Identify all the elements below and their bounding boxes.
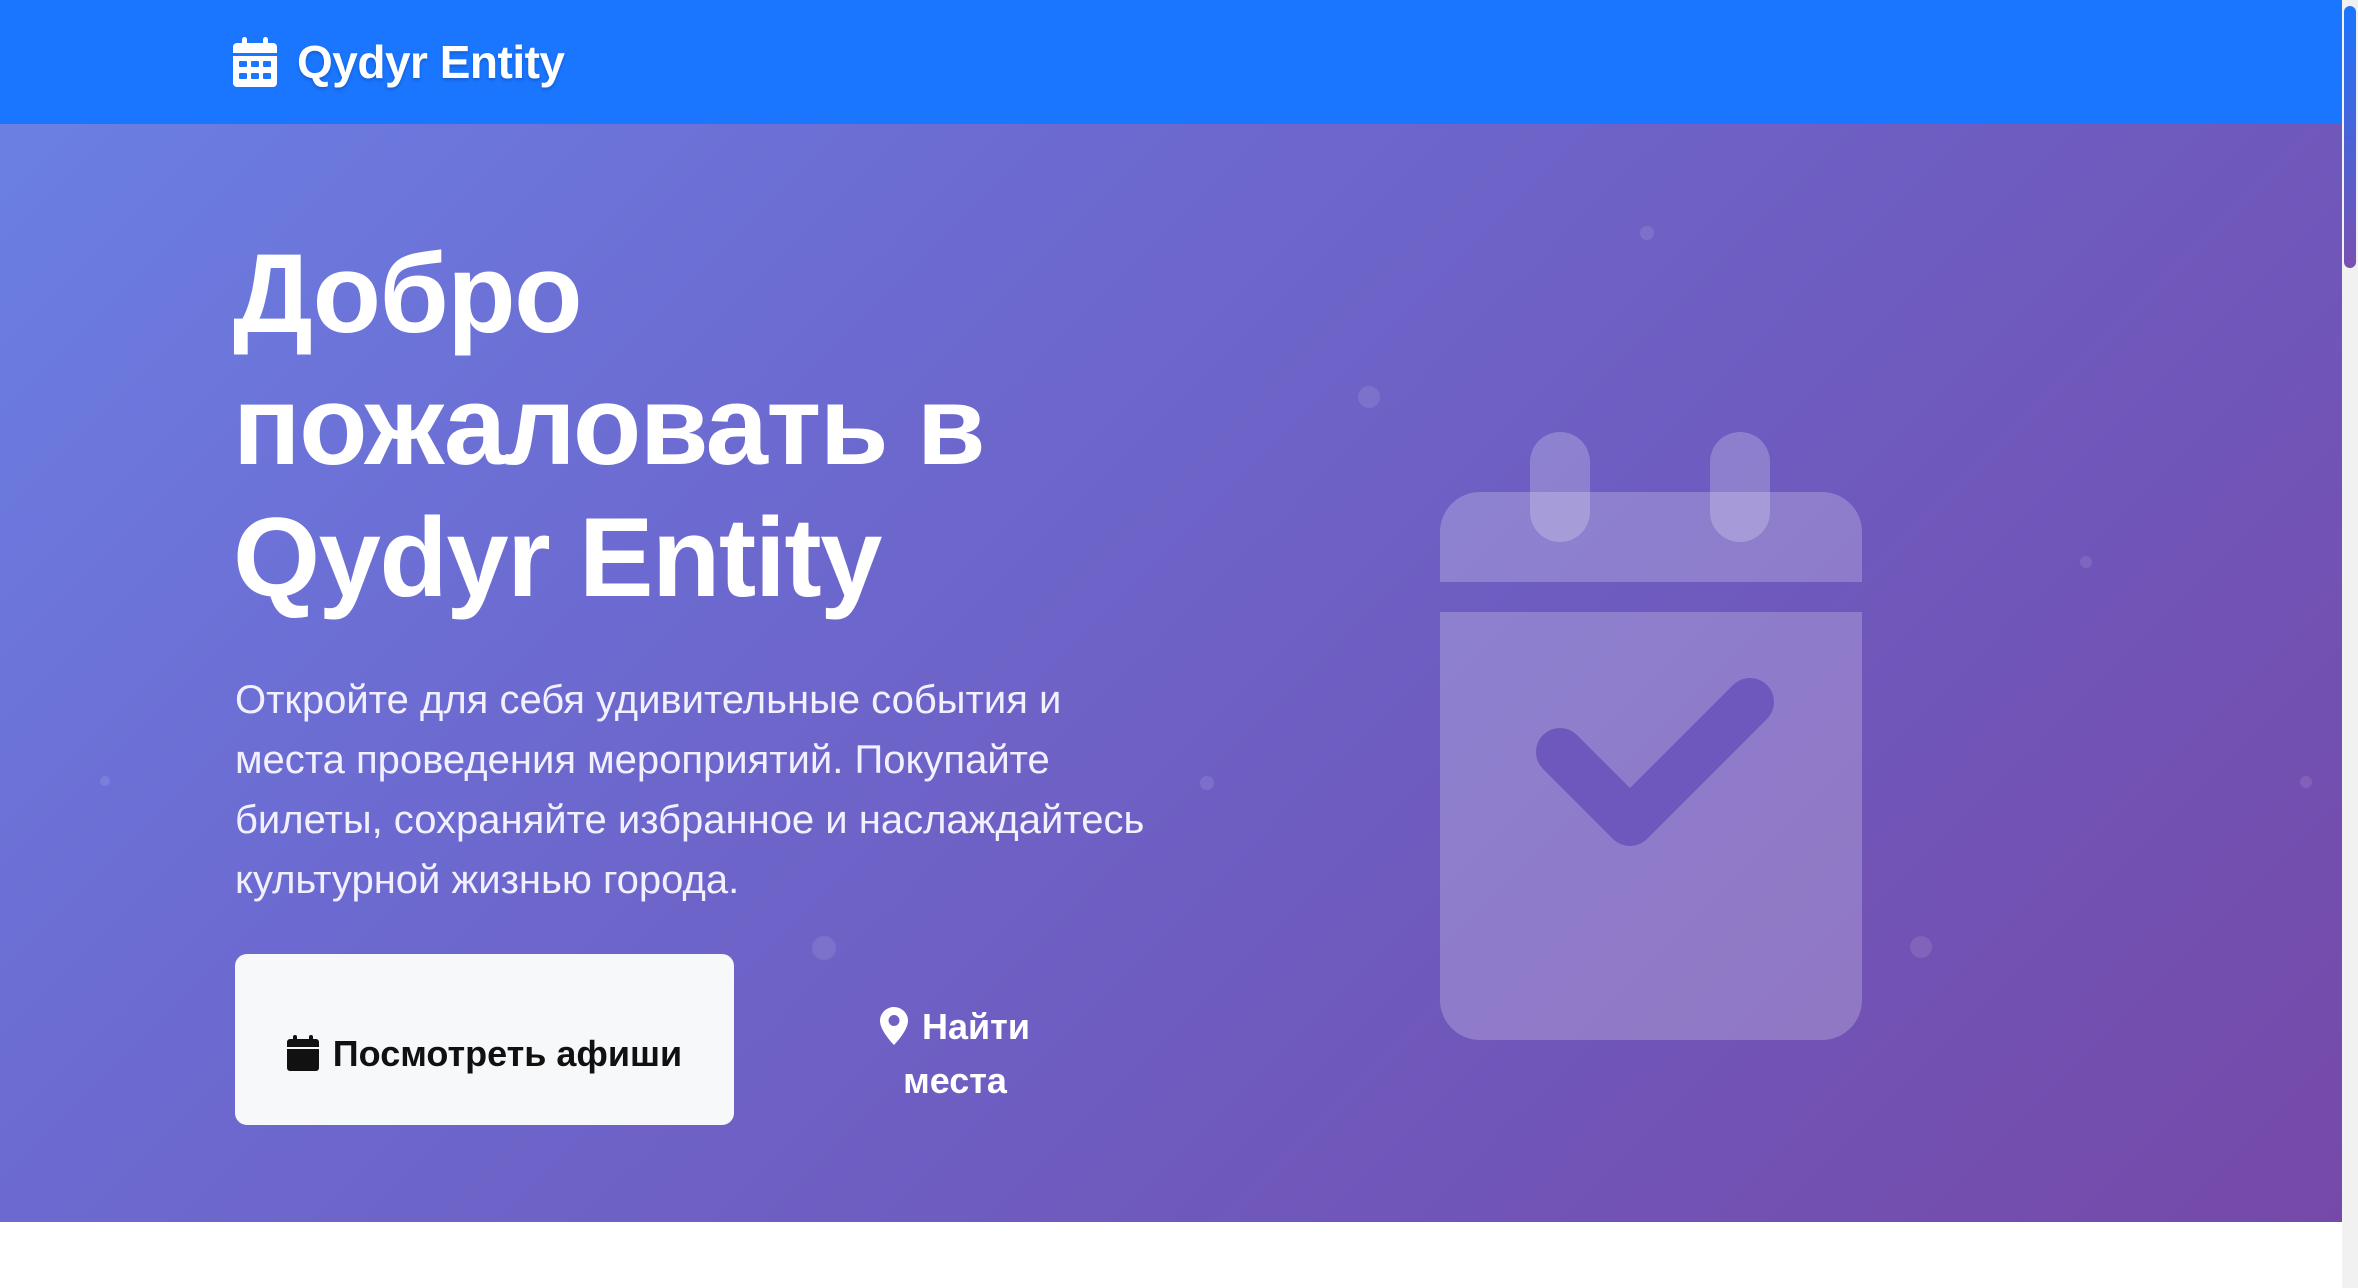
find-places-label: Найти места <box>903 1006 1030 1101</box>
calendar-icon <box>286 1035 319 1071</box>
decorative-dot <box>2080 556 2092 568</box>
decorative-dot <box>1910 936 1932 958</box>
hero-title: Добро пожаловать в Qydyr Entity <box>233 231 986 620</box>
hero-section: Добро пожаловать в Qydyr Entity Откройте… <box>0 124 2342 1222</box>
view-events-button[interactable]: Посмотреть афиши <box>235 954 734 1125</box>
calendar-check-icon <box>1440 432 1862 1040</box>
decorative-dot <box>100 776 110 786</box>
find-places-button[interactable]: Найти места <box>820 954 1090 1125</box>
decorative-dot <box>2300 776 2312 788</box>
brand-name: Qydyr Entity <box>297 36 565 88</box>
view-events-label: Посмотреть афиши <box>332 1033 683 1074</box>
calendar-icon <box>233 37 277 87</box>
navbar: Qydyr Entity <box>0 0 2342 124</box>
map-pin-icon <box>880 1007 909 1045</box>
hero-subtitle: Откройте для себя удивительные события и… <box>235 678 1145 902</box>
decorative-dot <box>1200 776 1214 790</box>
decorative-dot <box>1358 386 1380 408</box>
scrollbar-thumb[interactable] <box>2344 6 2356 268</box>
brand-link[interactable]: Qydyr Entity <box>233 34 565 90</box>
decorative-dot <box>1640 226 1654 240</box>
